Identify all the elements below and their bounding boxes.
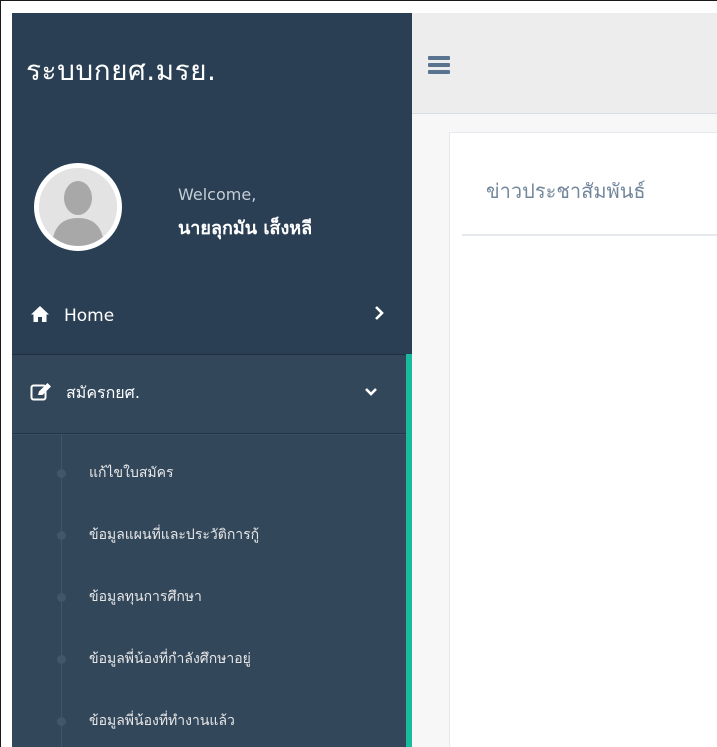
submenu-item-label: ข้อมูลทุนการศึกษา — [89, 589, 202, 605]
submenu-item-edit-application[interactable]: แก้ไขใบสมัคร — [12, 442, 406, 504]
submenu-item-label: ข้อมูลพี่น้องที่กำลังศึกษาอยู่ — [89, 651, 251, 667]
sidebar: ระบบกยศ.มรย. Welcome, นายลุกมัน เส็งหลี — [12, 13, 412, 747]
submenu-item-label: ข้อมูลพี่น้องที่ทำงานแล้ว — [89, 713, 235, 729]
sidebar-item-home[interactable]: Home — [12, 278, 412, 354]
user-profile: Welcome, นายลุกมัน เส็งหลี — [12, 128, 412, 278]
bullet-dot-icon — [57, 655, 66, 664]
home-icon — [30, 305, 50, 328]
submenu-item-siblings-studying[interactable]: ข้อมูลพี่น้องที่กำลังศึกษาอยู่ — [12, 628, 406, 690]
user-silhouette-icon — [39, 168, 117, 246]
bullet-dot-icon — [57, 717, 66, 726]
news-panel: ข่าวประชาสัมพันธ์ — [449, 132, 717, 747]
sidebar-item-home-label: Home — [64, 306, 115, 326]
sidebar-item-apply[interactable]: สมัครกยศ. — [12, 354, 406, 434]
chevron-right-icon — [374, 302, 384, 327]
hamburger-icon[interactable] — [428, 56, 450, 74]
panel-title: ข่าวประชาสัมพันธ์ — [486, 179, 646, 203]
sidebar-item-apply-label: สมัครกยศ. — [66, 383, 140, 402]
submenu-item-scholarship[interactable]: ข้อมูลทุนการศึกษา — [12, 566, 406, 628]
submenu-item-siblings-working[interactable]: ข้อมูลพี่น้องที่ทำงานแล้ว — [12, 690, 406, 747]
avatar — [34, 163, 122, 251]
top-navbar — [412, 13, 717, 114]
bullet-dot-icon — [57, 469, 66, 478]
bullet-dot-icon — [57, 531, 66, 540]
app-window: ระบบกยศ.มรย. Welcome, นายลุกมัน เส็งหลี — [0, 0, 717, 747]
submenu-item-label: ข้อมูลแผนที่และประวัติการกู้ — [89, 527, 260, 543]
submenu-item-map-loan-history[interactable]: ข้อมูลแผนที่และประวัติการกู้ — [12, 504, 406, 566]
chevron-down-icon — [364, 382, 378, 401]
welcome-label: Welcome, — [178, 185, 257, 204]
bullet-dot-icon — [57, 593, 66, 602]
panel-divider — [462, 234, 717, 236]
site-title[interactable]: ระบบกยศ.มรย. — [12, 13, 412, 128]
submenu-apply: แก้ไขใบสมัคร ข้อมูลแผนที่และประวัติการกู… — [12, 434, 406, 747]
username: นายลุกมัน เส็งหลี — [178, 218, 313, 239]
edit-icon — [30, 382, 52, 406]
submenu-item-label: แก้ไขใบสมัคร — [89, 465, 174, 481]
sidebar-group-apply: สมัครกยศ. แก้ไขใบสมัคร ข้อมูลแผนที่และปร… — [12, 354, 412, 747]
